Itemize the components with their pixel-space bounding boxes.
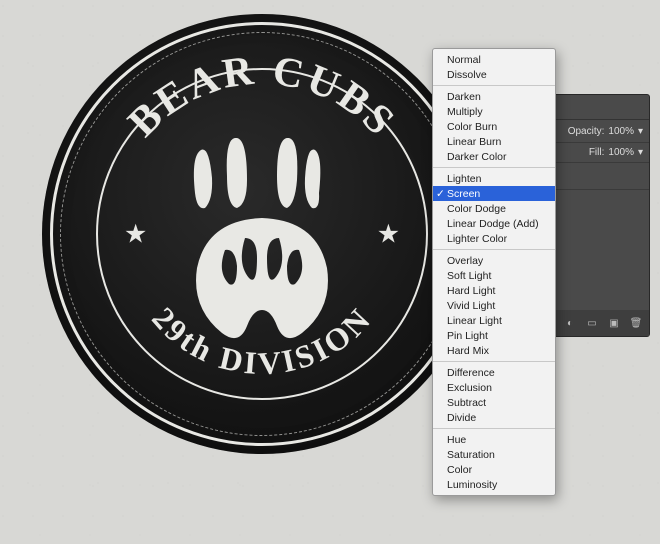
blend-mode-option[interactable]: Linear Burn bbox=[433, 134, 555, 149]
blend-mode-option[interactable]: Normal bbox=[433, 52, 555, 67]
svg-text:29th DIVISION: 29th DIVISION bbox=[145, 300, 378, 382]
chevron-down-icon[interactable]: ▾ bbox=[638, 126, 643, 137]
badge-inner-ring bbox=[96, 68, 428, 400]
badge-arc-text: BEAR CUBS 29th DIVISION bbox=[42, 14, 482, 454]
menu-separator bbox=[433, 85, 555, 86]
star-left-icon: ★ bbox=[124, 219, 147, 250]
blend-mode-option[interactable]: Hue bbox=[433, 432, 555, 447]
badge-artwork: BEAR CUBS 29th DIVISION ★ ★ bbox=[42, 14, 482, 454]
blend-mode-option[interactable]: Pin Light bbox=[433, 328, 555, 343]
blend-mode-option[interactable]: Multiply bbox=[433, 104, 555, 119]
folder-icon[interactable]: ▭ bbox=[585, 316, 599, 330]
adjust-icon[interactable]: ◐ bbox=[563, 316, 577, 330]
menu-separator bbox=[433, 361, 555, 362]
blend-mode-option[interactable]: Hard Light bbox=[433, 283, 555, 298]
star-right-icon: ★ bbox=[377, 219, 400, 250]
svg-text:BEAR CUBS: BEAR CUBS bbox=[120, 47, 405, 145]
blend-mode-option[interactable]: Luminosity bbox=[433, 477, 555, 492]
blend-mode-option[interactable]: Vivid Light bbox=[433, 298, 555, 313]
new-icon[interactable]: ▣ bbox=[607, 316, 621, 330]
menu-separator bbox=[433, 167, 555, 168]
fill-value[interactable]: 100% bbox=[608, 147, 634, 158]
blend-mode-option[interactable]: Darken bbox=[433, 89, 555, 104]
blend-mode-option[interactable]: Exclusion bbox=[433, 380, 555, 395]
trash-icon[interactable]: 🗑 bbox=[629, 316, 643, 330]
opacity-value[interactable]: 100% bbox=[608, 126, 634, 137]
blend-mode-option[interactable]: Hard Mix bbox=[433, 343, 555, 358]
blend-mode-option[interactable]: Dissolve bbox=[433, 67, 555, 82]
blend-mode-option[interactable]: Color bbox=[433, 462, 555, 477]
fill-label: Fill: bbox=[589, 147, 605, 158]
blend-mode-option[interactable]: Color Burn bbox=[433, 119, 555, 134]
menu-separator bbox=[433, 249, 555, 250]
blend-mode-option[interactable]: Subtract bbox=[433, 395, 555, 410]
blend-mode-option[interactable]: Overlay bbox=[433, 253, 555, 268]
blend-mode-menu[interactable]: NormalDissolveDarkenMultiplyColor BurnLi… bbox=[432, 48, 556, 496]
bear-paw-icon bbox=[167, 138, 357, 348]
blend-mode-option[interactable]: Darker Color bbox=[433, 149, 555, 164]
blend-mode-option[interactable]: Screen bbox=[433, 186, 555, 201]
menu-separator bbox=[433, 428, 555, 429]
chevron-down-icon[interactable]: ▾ bbox=[638, 147, 643, 158]
opacity-label: Opacity: bbox=[568, 126, 605, 137]
blend-mode-option[interactable]: Divide bbox=[433, 410, 555, 425]
blend-mode-option[interactable]: Color Dodge bbox=[433, 201, 555, 216]
blend-mode-option[interactable]: Difference bbox=[433, 365, 555, 380]
blend-mode-option[interactable]: Lighter Color bbox=[433, 231, 555, 246]
blend-mode-option[interactable]: Soft Light bbox=[433, 268, 555, 283]
blend-mode-option[interactable]: Saturation bbox=[433, 447, 555, 462]
blend-mode-option[interactable]: Linear Dodge (Add) bbox=[433, 216, 555, 231]
blend-mode-option[interactable]: Linear Light bbox=[433, 313, 555, 328]
badge-bottom-text: 29th DIVISION bbox=[145, 300, 378, 382]
blend-mode-option[interactable]: Lighten bbox=[433, 171, 555, 186]
badge-top-text: BEAR CUBS bbox=[120, 47, 405, 145]
